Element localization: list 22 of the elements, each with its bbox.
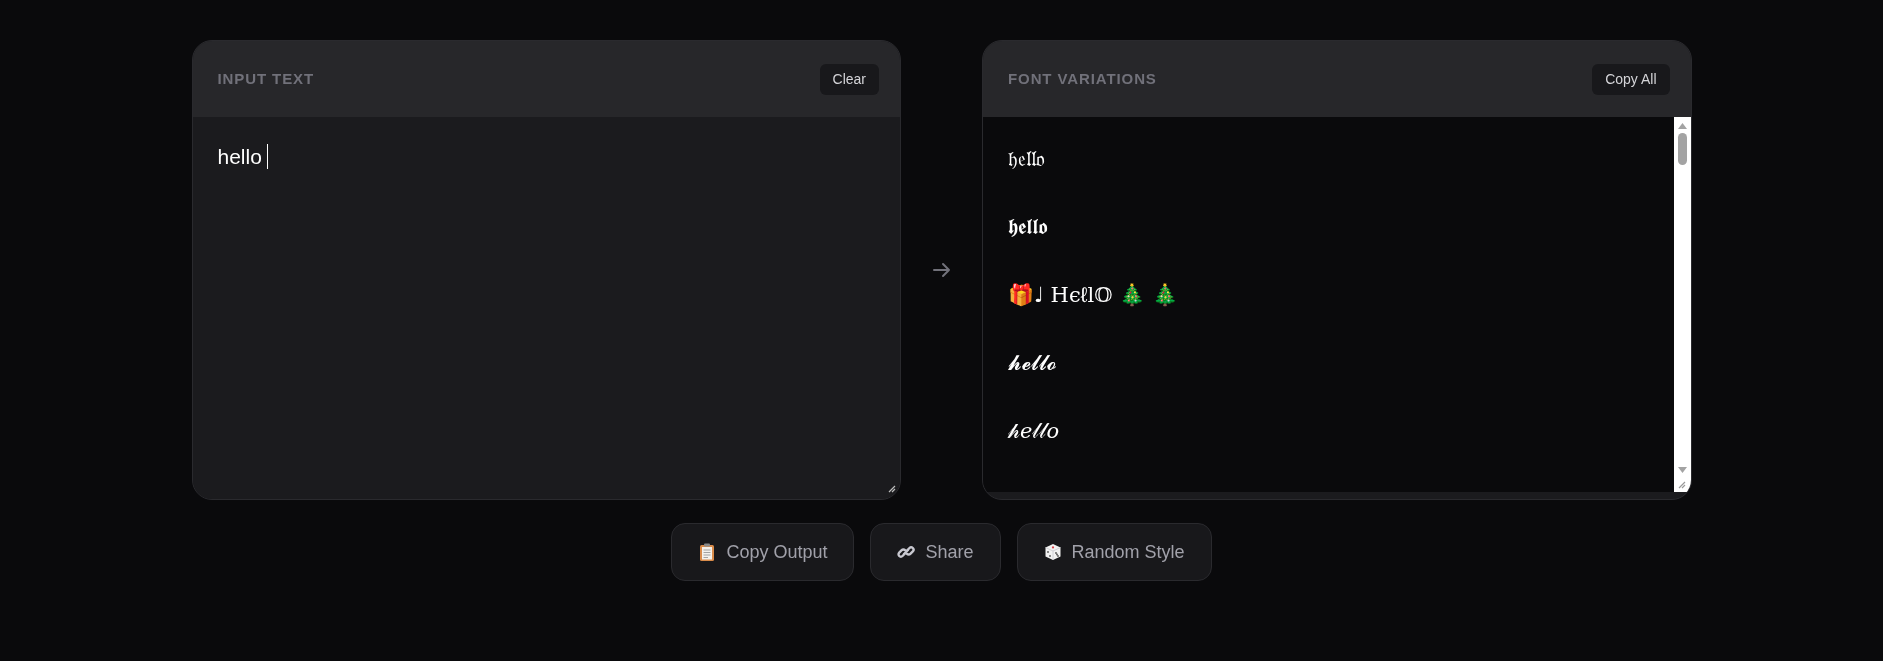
scroll-down-icon[interactable] [1677,467,1687,473]
font-variation-item[interactable]: 𝖍𝖊𝖑𝖑𝖔 [1008,213,1048,241]
font-variation-item[interactable]: 𝒽𝑒𝓁𝓁𝑜 [1008,417,1060,445]
scroll-up-icon[interactable] [1677,123,1687,129]
share-button[interactable]: Share [870,523,1001,581]
panel-title: INPUT TEXT [217,68,314,89]
link-icon [897,543,916,561]
clear-button[interactable]: Clear [819,63,879,95]
copy-output-button[interactable]: Copy Output [671,523,855,581]
scroll-thumb[interactable] [1677,133,1687,165]
resize-grip-icon[interactable] [1677,481,1686,489]
font-variation-item[interactable]: 𝔥𝔢𝔩𝔩𝔬 [1008,145,1045,173]
font-variation-item[interactable]: 𝓱𝓮𝓵𝓵𝓸 [1008,349,1057,377]
clipboard-icon [698,543,717,561]
panel-title: FONT VARIATIONS [1008,68,1157,89]
random-style-button[interactable]: Random Style [1016,523,1212,581]
dice-icon [1043,543,1062,561]
arrow-right-icon [932,262,951,278]
resize-grip-icon[interactable] [888,485,896,493]
copy-all-button[interactable]: Copy All [1592,63,1670,95]
font-variation-item[interactable]: 🎁♩ Hєℓl𝕆 🎄 🎄 [1008,281,1178,309]
scrollbar[interactable] [1673,117,1691,492]
